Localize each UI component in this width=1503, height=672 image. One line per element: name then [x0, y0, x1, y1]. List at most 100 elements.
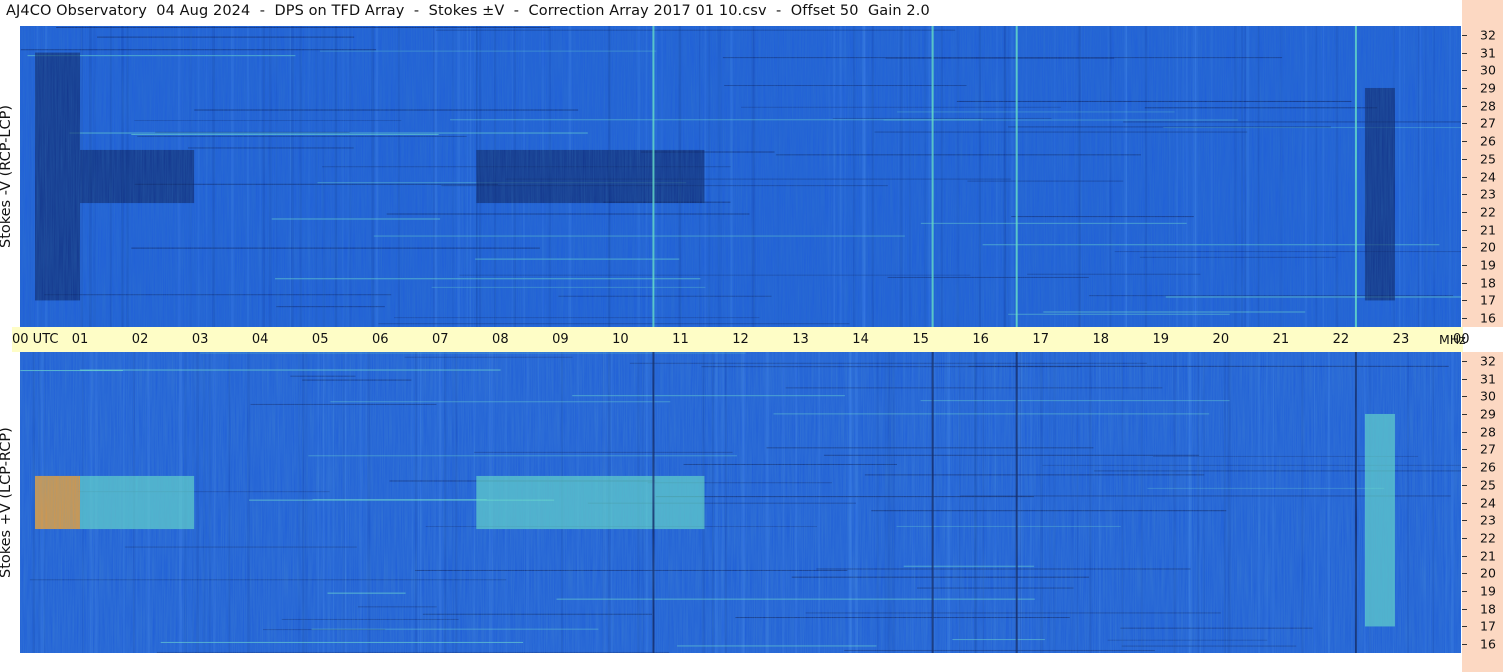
time-tick-label: 02 [131, 332, 149, 347]
freq-tick [1462, 520, 1467, 522]
freq-axis-bottom: 32 31 30 29 28 27 26 25 24 23 22 21 20 19 18 17 16 [1462, 352, 1503, 672]
time-tick-label: 06 [371, 332, 389, 347]
freq-tick-label: 32 [1480, 353, 1496, 369]
freq-tick-label: 27 [1480, 441, 1496, 457]
chart-title: AJ4CO Observatory 04 Aug 2024 - DPS on T… [6, 3, 930, 19]
time-tick-label: 01 [71, 332, 89, 347]
time-axis: 00 UTC 01 02 03 04 05 06 07 08 09 10 11 12 13 14 15 16 17… [12, 327, 1470, 352]
freq-tick-label: 19 [1480, 257, 1496, 273]
freq-tick-label: 28 [1480, 424, 1496, 440]
freq-tick [1462, 229, 1467, 231]
time-tick-label: 05 [311, 332, 329, 347]
freq-tick-label: 32 [1480, 27, 1496, 43]
freq-tick [1462, 396, 1467, 398]
freq-tick-label: 16 [1480, 310, 1496, 326]
freq-tick [1462, 34, 1467, 36]
freq-tick [1462, 573, 1467, 575]
freq-tick [1462, 52, 1467, 54]
freq-tick-label: 21 [1480, 222, 1496, 238]
freq-tick [1462, 431, 1467, 433]
freq-tick-label: 22 [1480, 530, 1496, 546]
top-panel-label: Stokes -V (RCP-LCP) [0, 104, 14, 249]
freq-tick-label: 26 [1480, 459, 1496, 475]
noise-overlay [20, 26, 1461, 327]
freq-tick-label: 24 [1480, 169, 1496, 184]
time-tick-label: 14 [852, 332, 869, 347]
time-tick-label: 04 [251, 332, 269, 347]
bottom-panel-label: Stokes +V (LCP-RCP) [0, 427, 14, 578]
freq-axis-top: 32 31 30 29 28 27 26 25 24 23 22 21 20 19 18 17 16 [1462, 0, 1503, 327]
freq-tick [1462, 360, 1467, 362]
freq-tick [1462, 105, 1467, 107]
time-tick-label: 20 [1212, 332, 1230, 347]
freq-tick-label: 30 [1480, 62, 1496, 78]
time-tick-label: 03 [191, 332, 209, 347]
freq-tick [1462, 265, 1467, 267]
freq-tick [1462, 318, 1467, 320]
freq-tick-label: 28 [1480, 98, 1496, 114]
freq-tick [1462, 300, 1467, 302]
freq-tick [1462, 591, 1467, 593]
freq-tick-label: 29 [1480, 406, 1496, 422]
freq-tick [1462, 378, 1467, 380]
freq-tick [1462, 158, 1467, 160]
freq-tick-label: 25 [1480, 151, 1496, 167]
freq-tick-label: 18 [1480, 275, 1496, 291]
freq-tick-label: 25 [1480, 477, 1496, 493]
freq-tick [1462, 87, 1467, 89]
freq-tick-label: 17 [1480, 618, 1496, 634]
time-tick-label: 11 [672, 332, 689, 347]
freq-tick [1462, 644, 1467, 646]
freq-tick-label: 17 [1480, 292, 1496, 308]
freq-tick-label: 31 [1480, 371, 1496, 387]
time-tick-label: 23 [1392, 332, 1410, 347]
freq-tick-label: 24 [1480, 495, 1496, 510]
freq-tick [1462, 449, 1467, 451]
freq-tick-label: 21 [1480, 548, 1496, 564]
freq-tick-label: 26 [1480, 133, 1496, 149]
freq-tick-label: 20 [1480, 565, 1496, 581]
time-tick-label: 19 [1152, 332, 1170, 347]
freq-tick-label: 19 [1480, 583, 1496, 599]
freq-tick [1462, 123, 1467, 125]
freq-tick [1462, 537, 1467, 539]
freq-tick-label: 30 [1480, 388, 1496, 404]
freq-tick-label: 27 [1480, 115, 1496, 131]
noise-overlay [20, 352, 1461, 653]
freq-tick-label: 31 [1480, 45, 1496, 61]
freq-tick [1462, 467, 1467, 469]
freq-tick [1462, 176, 1467, 178]
mhz-unit-label: MHz [1439, 332, 1466, 347]
freq-tick [1462, 70, 1467, 72]
time-tick-label: 18 [1092, 332, 1110, 347]
time-tick-label: 16 [972, 332, 989, 347]
freq-tick [1462, 608, 1467, 610]
time-tick-label: 21 [1272, 332, 1290, 347]
freq-tick [1462, 211, 1467, 213]
freq-tick-label: 20 [1480, 239, 1496, 255]
freq-tick [1462, 194, 1467, 196]
freq-tick [1462, 555, 1467, 557]
time-tick-label: 09 [552, 332, 569, 347]
stokes-plus-v-spectrogram [20, 352, 1461, 653]
freq-tick [1462, 247, 1467, 249]
time-tick-label: 22 [1332, 332, 1350, 347]
freq-tick [1462, 484, 1467, 486]
time-tick-label: 12 [732, 332, 749, 347]
freq-tick-label: 23 [1480, 186, 1496, 202]
freq-tick-label: 23 [1480, 512, 1496, 528]
time-tick-label: 10 [612, 332, 629, 347]
freq-tick-label: 29 [1480, 80, 1496, 96]
time-tick-label: 08 [492, 332, 509, 347]
stokes-minus-v-spectrogram [20, 26, 1461, 327]
freq-tick [1462, 413, 1467, 415]
time-tick-label: 07 [432, 332, 449, 347]
freq-tick-label: 22 [1480, 204, 1496, 220]
freq-tick [1462, 502, 1467, 504]
freq-tick [1462, 626, 1467, 628]
freq-tick [1462, 141, 1467, 143]
freq-tick-label: 16 [1480, 636, 1496, 652]
freq-tick-label: 18 [1480, 601, 1496, 617]
time-tick-label: 13 [792, 332, 809, 347]
time-tick-label: 15 [912, 332, 929, 347]
